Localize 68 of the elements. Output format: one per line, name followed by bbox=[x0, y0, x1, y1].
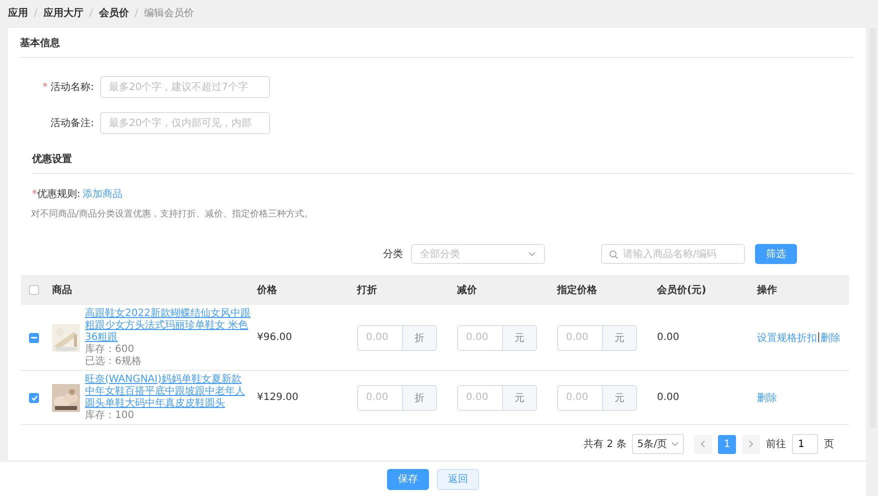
member-price-text: 0.00 bbox=[657, 392, 680, 403]
breadcrumb-item[interactable]: 应用 bbox=[8, 6, 28, 20]
goto-page-input[interactable]: 1 bbox=[792, 434, 818, 454]
price-text: ¥96.00 bbox=[257, 332, 292, 343]
action-separator: | bbox=[817, 332, 820, 343]
page-button[interactable]: 1 bbox=[718, 434, 736, 454]
stock-text: 库存：100 bbox=[85, 410, 136, 422]
search-icon bbox=[609, 250, 618, 258]
unit-label: 元 bbox=[502, 386, 536, 410]
category-select[interactable]: 全部分类 bbox=[411, 244, 545, 264]
breadcrumb-item[interactable]: 应用大厅 bbox=[43, 6, 84, 20]
unit-label: 元 bbox=[502, 326, 536, 350]
header-checkbox[interactable] bbox=[29, 285, 39, 295]
text-input[interactable]: 最多20个字，建议不超过7个字 bbox=[100, 76, 270, 98]
field-label: 活动备注: bbox=[50, 116, 94, 130]
column-header: 减价 bbox=[451, 275, 551, 305]
filter-button[interactable]: 筛选 bbox=[755, 244, 797, 264]
prev-page-button[interactable] bbox=[694, 434, 712, 454]
price-input-group[interactable]: 0.00 折 bbox=[357, 324, 437, 350]
action-link[interactable]: 设置规格折扣 bbox=[757, 330, 817, 344]
section-title: 基本信息 bbox=[20, 28, 854, 58]
price-input-group[interactable]: 0.00 元 bbox=[557, 324, 637, 350]
column-header: 商品 bbox=[46, 275, 251, 305]
column-header: 操作 bbox=[751, 275, 849, 305]
breadcrumb-separator: / bbox=[34, 8, 38, 18]
field-label: * 活动名称: bbox=[41, 81, 94, 94]
column-header: 打折 bbox=[351, 275, 451, 305]
total-count: 共有 2 条 bbox=[584, 438, 626, 451]
price-text: ¥129.00 bbox=[257, 392, 298, 403]
next-page-button[interactable] bbox=[742, 434, 760, 454]
unit-label: 折 bbox=[402, 386, 436, 410]
text-input[interactable]: 最多20个字，仅内部可见，内部 bbox=[100, 112, 270, 134]
selected-specs-text: 已选：6规格 bbox=[85, 356, 142, 368]
price-input-group[interactable]: 0.00 折 bbox=[357, 384, 437, 410]
unit-label: 元 bbox=[602, 326, 636, 350]
chevron-left-icon bbox=[699, 440, 707, 448]
column-header: 指定价格 bbox=[551, 275, 651, 305]
add-product-link[interactable]: 添加商品 bbox=[82, 187, 122, 201]
price-input-group[interactable]: 0.00 元 bbox=[557, 384, 637, 410]
goto-label: 前往 bbox=[766, 438, 786, 451]
breadcrumb-separator: / bbox=[89, 8, 93, 18]
action-link[interactable]: 删除 bbox=[820, 330, 840, 344]
hint-text: 对不同商品/商品分类设置优惠，支持打折、减价、指定价格三种方式。 bbox=[30, 208, 314, 220]
chevron-down-icon bbox=[528, 250, 536, 258]
page-unit: 页 bbox=[824, 438, 834, 451]
chevron-down-icon bbox=[671, 440, 679, 448]
rule-label: *优惠规则: bbox=[32, 188, 80, 201]
product-link[interactable]: 旺奈(WANGNAI)妈妈单鞋女夏新款中年女鞋百搭平底中跟坡跟中老年人圆头单鞋大码中年真皮皮鞋圆头 bbox=[85, 374, 251, 410]
breadcrumb-item[interactable]: 会员价 bbox=[98, 6, 129, 20]
save-button[interactable]: 保存 bbox=[387, 468, 429, 490]
stock-text: 库存：600 bbox=[85, 344, 136, 356]
price-input-group[interactable]: 0.00 元 bbox=[457, 384, 537, 410]
chevron-right-icon bbox=[747, 440, 755, 448]
category-label: 分类 bbox=[383, 248, 403, 261]
price-input-group[interactable]: 0.00 元 bbox=[457, 324, 537, 350]
breadcrumb-separator: / bbox=[134, 8, 138, 18]
column-header: 会员价(元) bbox=[651, 275, 751, 305]
unit-label: 元 bbox=[602, 386, 636, 410]
row-checkbox[interactable] bbox=[29, 332, 39, 342]
back-button[interactable]: 返回 bbox=[437, 468, 479, 490]
page-size-select[interactable]: 5条/页 bbox=[632, 434, 684, 454]
unit-label: 折 bbox=[402, 326, 436, 350]
member-price-text: 0.00 bbox=[657, 332, 680, 343]
column-header: 价格 bbox=[251, 275, 351, 305]
section-title: 优惠设置 bbox=[32, 144, 854, 174]
action-link[interactable]: 删除 bbox=[757, 390, 777, 404]
breadcrumb-item: 编辑会员价 bbox=[144, 6, 194, 20]
product-link[interactable]: 高跟鞋女2022新款蝴蝶结仙女风中跟粗跟少女方头法式玛丽珍单鞋女 米色36粗跟 bbox=[85, 308, 251, 344]
